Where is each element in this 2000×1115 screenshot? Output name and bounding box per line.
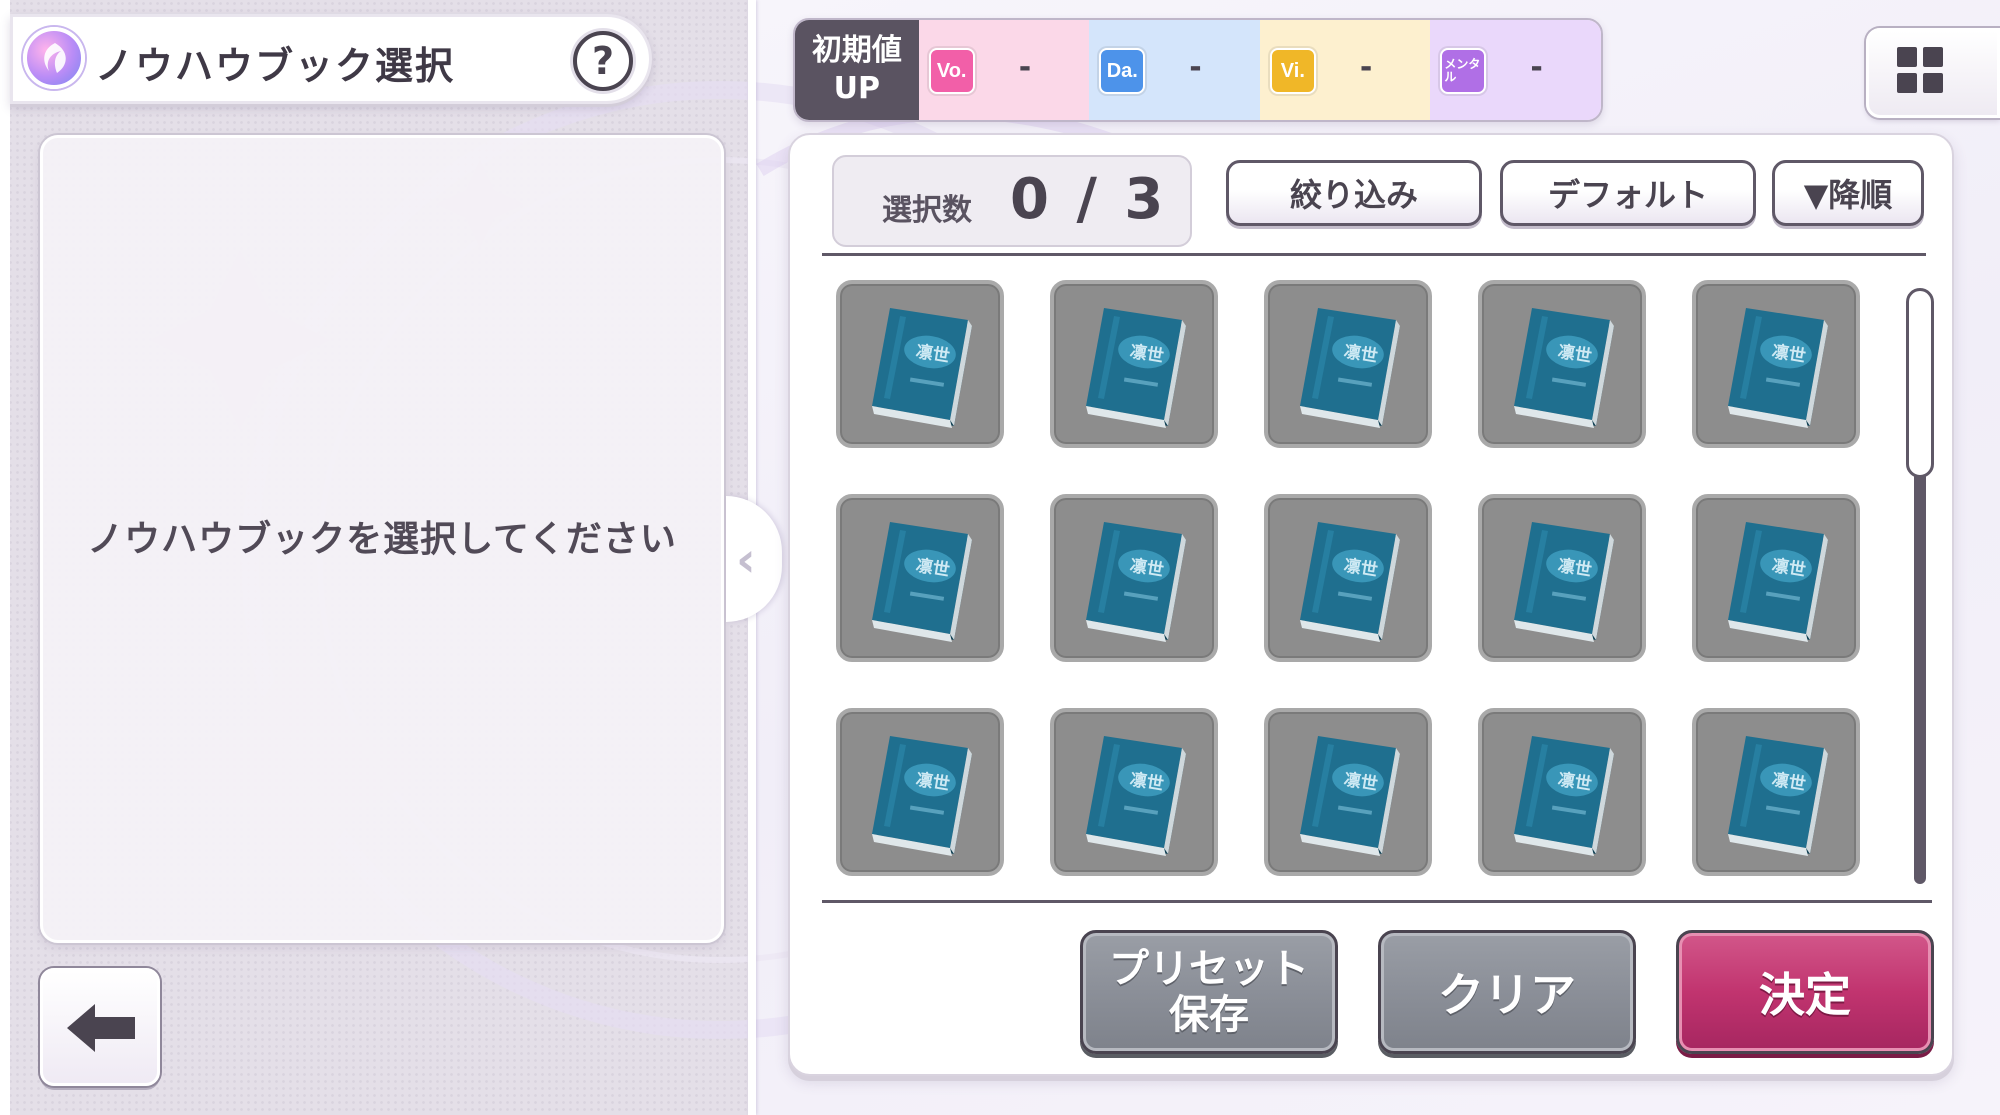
selection-count-label: 選択数 <box>882 193 972 228</box>
knowhow-book-item[interactable]: 凛世 <box>1050 708 1218 876</box>
book-icon: 凛世 <box>872 736 972 856</box>
book-icon: 凛世 <box>1300 522 1400 642</box>
knowhow-book-item[interactable]: 凛世 <box>1050 280 1218 448</box>
knowhow-book-item[interactable]: 凛世 <box>1264 494 1432 662</box>
book-icon: 凛世 <box>1514 308 1614 428</box>
vocal-value: - <box>1018 50 1032 85</box>
book-icon: 凛世 <box>872 522 972 642</box>
knowhow-book-item[interactable]: 凛世 <box>1478 708 1646 876</box>
knowhow-book-item[interactable]: 凛世 <box>836 708 1004 876</box>
initial-stat-up-bar: 初期値 UP Vo. - Da. - Vi. - メンタル - <box>793 18 1603 122</box>
preset-save-line1: プリセット <box>1109 946 1309 992</box>
knowhow-book-item[interactable]: 凛世 <box>1692 494 1860 662</box>
stat-mental: メンタル - <box>1430 20 1601 120</box>
preset-save-button[interactable]: プリセット 保存 <box>1080 930 1338 1054</box>
knowhow-book-item[interactable]: 凛世 <box>1478 494 1646 662</box>
book-icon: 凛世 <box>872 308 972 428</box>
selection-count-value: 0 / 3 <box>1010 167 1168 232</box>
visual-badge-icon: Vi. <box>1269 48 1316 94</box>
book-icon: 凛世 <box>1514 736 1614 856</box>
knowhow-book-item[interactable]: 凛世 <box>1264 280 1432 448</box>
preset-save-line2: 保存 <box>1169 992 1249 1038</box>
stat-vocal: Vo. - <box>918 20 1090 120</box>
book-icon: 凛世 <box>1086 522 1186 642</box>
page-title: ノウハウブック選択 <box>95 44 456 88</box>
knowhow-book-item[interactable]: 凛世 <box>836 280 1004 448</box>
title-bar: ノウハウブック選択 ? <box>10 14 652 104</box>
knowhow-book-item[interactable]: 凛世 <box>836 494 1004 662</box>
arrow-left-icon <box>67 1004 135 1052</box>
selection-count-box: 選択数 0 / 3 <box>832 155 1192 247</box>
book-icon: 凛世 <box>1086 308 1186 428</box>
filter-button[interactable]: 絞り込み <box>1226 160 1482 226</box>
help-button[interactable]: ? <box>573 31 633 91</box>
select-prompt-message: ノウハウブックを選択してください <box>87 519 677 560</box>
knowhow-book-item[interactable]: 凛世 <box>1478 280 1646 448</box>
stat-visual: Vi. - <box>1259 20 1431 120</box>
bottom-divider <box>822 900 1932 903</box>
stat-dance: Da. - <box>1089 20 1260 120</box>
clear-button[interactable]: クリア <box>1378 930 1636 1054</box>
knowhow-detail-panel: ノウハウブックを選択してください <box>40 135 724 943</box>
chevron-left-icon: ‹ <box>736 532 756 588</box>
top-divider <box>822 253 1926 256</box>
confirm-button[interactable]: 決定 <box>1676 930 1934 1054</box>
book-icon: 凛世 <box>1300 736 1400 856</box>
scrollbar-thumb[interactable] <box>1906 288 1934 478</box>
stat-up-label-line1: 初期値 <box>811 33 902 68</box>
knowhow-book-item[interactable]: 凛世 <box>1692 708 1860 876</box>
vocal-badge-icon: Vo. <box>928 48 975 94</box>
sort-order-button[interactable]: ▼降順 <box>1772 160 1924 226</box>
visual-value: - <box>1359 50 1373 85</box>
stat-up-label-line2: UP <box>833 71 881 106</box>
knowhow-book-item[interactable]: 凛世 <box>1050 494 1218 662</box>
stat-up-label: 初期値 UP <box>795 20 919 120</box>
back-button[interactable] <box>40 968 160 1086</box>
grid-view-button[interactable] <box>1866 28 2000 118</box>
mental-value: - <box>1530 50 1543 85</box>
book-icon: 凛世 <box>1300 308 1400 428</box>
mental-badge-icon: メンタル <box>1440 48 1487 94</box>
dance-value: - <box>1189 50 1202 85</box>
knowhow-book-item[interactable]: 凛世 <box>1692 280 1860 448</box>
knowhow-book-icon <box>23 27 85 89</box>
knowhow-book-item[interactable]: 凛世 <box>1264 708 1432 876</box>
book-icon: 凛世 <box>1514 522 1614 642</box>
sort-default-button[interactable]: デフォルト <box>1500 160 1756 226</box>
book-icon: 凛世 <box>1728 308 1828 428</box>
dance-badge-icon: Da. <box>1099 48 1146 94</box>
book-icon: 凛世 <box>1728 736 1828 856</box>
book-icon: 凛世 <box>1086 736 1186 856</box>
book-icon: 凛世 <box>1728 522 1828 642</box>
